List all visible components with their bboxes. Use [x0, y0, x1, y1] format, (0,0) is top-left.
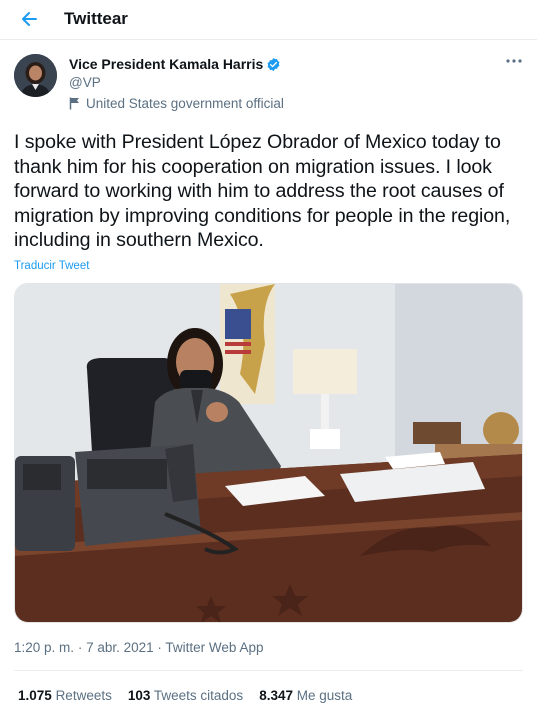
tweet-text: I spoke with President López Obrador of … — [14, 131, 511, 251]
likes-count: 8.347 — [259, 688, 293, 703]
retweets-stat[interactable]: 1.075 Retweets — [18, 688, 112, 703]
government-label: United States government official — [69, 96, 284, 111]
likes-stat[interactable]: 8.347 Me gusta — [259, 688, 352, 703]
tweet-photo[interactable] — [14, 283, 523, 623]
divider — [14, 670, 523, 671]
quote-tweets-stat[interactable]: 103 Tweets citados — [128, 688, 243, 703]
likes-label: Me gusta — [296, 688, 353, 703]
author-name-line: Vice President Kamala Harris — [69, 56, 281, 72]
government-label-text: United States government official — [86, 96, 284, 111]
top-bar: Twittear — [0, 0, 537, 40]
quotes-label: Tweets citados — [153, 688, 244, 703]
tweet-timestamp-line: 1:20 p. m. · 7 abr. 2021 · Twitter Web A… — [14, 640, 263, 655]
retweets-count: 1.075 — [18, 688, 52, 703]
back-button[interactable] — [14, 8, 40, 30]
arrow-left-icon — [22, 12, 37, 26]
author-handle[interactable]: @VP — [69, 75, 101, 90]
quotes-count: 103 — [127, 688, 151, 703]
author-display-name[interactable]: Vice President Kamala Harris — [69, 56, 263, 72]
retweets-label: Retweets — [55, 688, 112, 703]
engagement-stats: 1.075 Retweets 103 Tweets citados 8.347 … — [18, 688, 368, 703]
more-dots-icon — [506, 59, 522, 63]
translate-tweet-link[interactable]: Traducir Tweet — [14, 260, 89, 272]
verified-badge-icon — [267, 57, 280, 71]
tweet-source-link[interactable]: Twitter Web App — [165, 640, 263, 655]
page-title: Twittear — [64, 9, 128, 28]
avatar[interactable] — [14, 54, 57, 97]
meta-separator: · — [77, 640, 83, 655]
tweet-time[interactable]: 1:20 p. m. — [14, 640, 74, 655]
meta-separator: · — [157, 640, 162, 655]
tweet-date[interactable]: 7 abr. 2021 — [86, 640, 154, 655]
more-options-button[interactable] — [504, 54, 524, 70]
flag-icon — [69, 97, 79, 110]
